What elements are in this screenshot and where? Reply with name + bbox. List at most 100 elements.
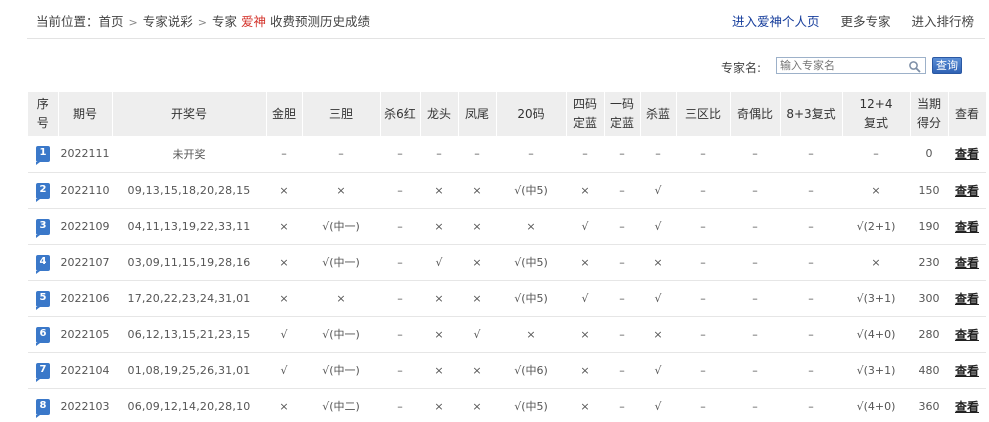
table-header-row: 序号期号 开奖号 金胆 三胆 杀6红 龙头 凤尾 20码 四码 定蓝 一码 定蓝 杀蓝 三区比 奇偶比 8+3… (28, 92, 987, 136)
prediction-cell: √ (640, 388, 676, 422)
prediction-cell: – (676, 244, 730, 281)
view-link[interactable]: 查看 (955, 184, 979, 198)
expert-name-input[interactable] (776, 57, 926, 74)
column-header-text: 得分 (916, 116, 941, 130)
prediction-cell: – (780, 352, 842, 389)
prediction-cell: – (730, 316, 780, 353)
prediction-cell: √ (266, 352, 302, 389)
column-header-text: 一码 (609, 97, 634, 111)
cell-text: 17,20,22,23,24,31,01 (127, 291, 251, 305)
cell-text: × (336, 183, 346, 197)
prediction-cell: √(中5) (496, 388, 566, 422)
breadcrumb: 当前位置：首页 > 专家说彩 > 专家 爱神 收费预测历史成绩 (36, 11, 370, 30)
issue-cell: 2022110 (58, 172, 112, 209)
view-link[interactable]: 查看 (955, 328, 979, 342)
view-link[interactable]: 查看 (955, 400, 979, 414)
column-header-text: 当期 (916, 97, 941, 111)
cell-text: × (279, 183, 289, 197)
prediction-cell: √(中二) (302, 388, 380, 422)
prediction-cell: × (266, 280, 302, 317)
column-header: 12+4 复式 (842, 92, 911, 136)
prediction-cell: – (604, 280, 640, 317)
row-index-cell: 6 (28, 316, 58, 353)
column-header-text: 12+4 (859, 97, 893, 111)
view-link[interactable]: 查看 (955, 147, 979, 161)
cell-text: – (619, 219, 625, 233)
cell-text: √(2+1) (856, 219, 896, 233)
prediction-cell: × (420, 280, 458, 317)
more-experts-link[interactable]: 更多专家 (840, 14, 890, 29)
cell-text: × (580, 183, 590, 197)
table-row: 4 2022107 03,09,11,15,19,28,16 × √(中一) – √ × √(中… (28, 244, 986, 281)
draw-numbers-cell: 01,08,19,25,26,31,01 (112, 352, 266, 389)
cell-text: √ (280, 363, 288, 377)
prediction-cell: × (458, 172, 496, 209)
breadcrumb-home-link[interactable]: 首页 (99, 14, 124, 29)
column-header: 序号 (28, 92, 59, 136)
prediction-cell: × (842, 244, 910, 281)
prediction-cell: 0 (910, 136, 948, 173)
cell-text: – (436, 147, 442, 161)
cell-text: √ (654, 219, 662, 233)
prediction-cell: √(4+0) (842, 316, 910, 353)
column-header-text: 三区比 (684, 106, 721, 121)
view-link[interactable]: 查看 (955, 292, 979, 306)
column-header-text: 20码 (517, 106, 545, 121)
cell-text: √(3+1) (856, 291, 896, 305)
view-cell: 查看 (948, 244, 986, 281)
prediction-cell: × (496, 208, 566, 245)
prediction-cell: × (420, 388, 458, 422)
cell-text: – (397, 399, 403, 413)
issue-cell: 2022107 (58, 244, 112, 281)
cell-text: – (752, 399, 758, 413)
search-button[interactable]: 查询 (932, 57, 962, 74)
cell-text: 2022105 (60, 327, 110, 341)
view-link[interactable]: 查看 (955, 220, 979, 234)
prediction-cell: 150 (910, 172, 948, 209)
row-number-badge: 7 (36, 362, 50, 382)
cell-text: 190 (918, 219, 940, 233)
cell-text: × (472, 399, 482, 413)
search-icon[interactable] (908, 60, 922, 74)
row-number-badge: 3 (36, 218, 50, 238)
prediction-cell: – (380, 352, 420, 389)
cell-text: × (472, 255, 482, 269)
cell-text: 2022109 (60, 219, 110, 233)
view-cell: 查看 (948, 136, 986, 173)
cell-text: √ (654, 183, 662, 197)
cell-text: – (700, 147, 706, 161)
prediction-cell: – (380, 316, 420, 353)
prediction-cell: × (842, 172, 910, 209)
prediction-cell: – (604, 136, 640, 173)
cell-text: – (281, 147, 287, 161)
cell-text: √(中一) (322, 328, 360, 341)
cell-text: – (397, 255, 403, 269)
prediction-cell: – (676, 388, 730, 422)
issue-cell: 2022105 (58, 316, 112, 353)
prediction-cell: × (266, 172, 302, 209)
cell-text: – (700, 363, 706, 377)
prediction-cell: – (676, 280, 730, 317)
column-header-text: 杀蓝 (645, 106, 670, 121)
cell-text: √(中一) (322, 256, 360, 269)
prediction-cell: – (730, 136, 780, 173)
row-number-badge: 8 (36, 398, 50, 418)
prediction-cell: – (780, 172, 842, 209)
expert-profile-link[interactable]: 进入爱神个人页 (732, 14, 820, 29)
prediction-cell: – (604, 388, 640, 422)
table-row: 6 2022105 06,12,13,15,21,23,15 √ √(中一) – × √ × × –… (28, 316, 986, 353)
view-link[interactable]: 查看 (955, 256, 979, 270)
prediction-cell: √(中5) (496, 280, 566, 317)
row-index-cell: 5 (28, 280, 58, 317)
prediction-cell: – (730, 280, 780, 317)
view-link[interactable]: 查看 (955, 364, 979, 378)
prediction-cell: × (566, 388, 604, 422)
table-row: 1 2022111 未开奖 – – – – – – – – – – – – – 0 查看 (28, 136, 986, 173)
breadcrumb-separator-icon: > (197, 16, 207, 29)
cell-text: 06,09,12,14,20,28,10 (127, 399, 251, 413)
breadcrumb-section-link[interactable]: 专家说彩 (143, 14, 193, 29)
prediction-cell: – (730, 388, 780, 422)
column-header: 当期 得分 (910, 92, 949, 136)
prediction-cell: × (458, 208, 496, 245)
ranking-link[interactable]: 进入排行榜 (911, 14, 974, 29)
